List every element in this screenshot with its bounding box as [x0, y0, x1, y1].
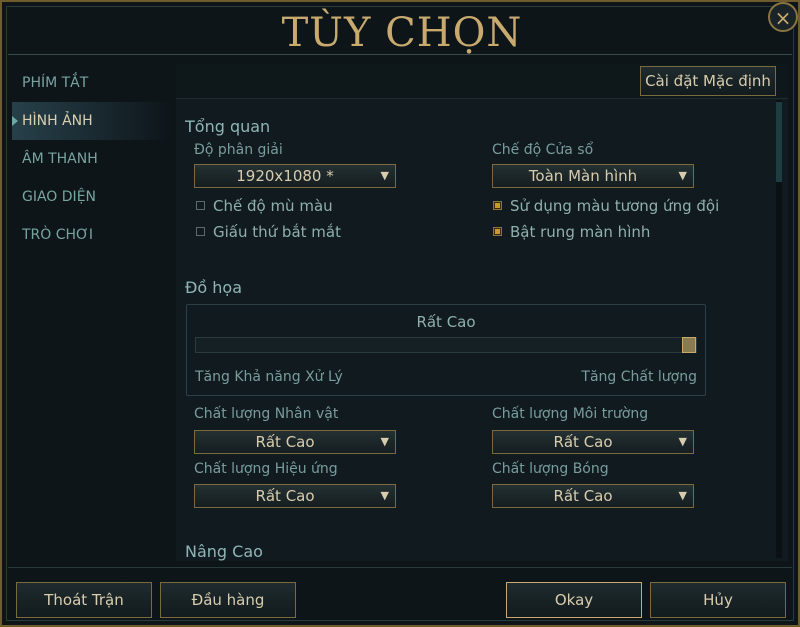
window-mode-value: Toàn Màn hình — [528, 167, 638, 185]
advanced-heading: Nâng Cao — [185, 542, 263, 561]
settings-panel: Cài đặt Mặc định Tổng quan Độ phân giải … — [176, 64, 788, 561]
triangle-down-icon: ▼ — [678, 169, 687, 182]
triangle-down-icon: ▼ — [380, 489, 389, 502]
checkbox-checked-icon — [493, 227, 502, 236]
screen-shake-checkbox[interactable]: Bật rung màn hình — [493, 223, 650, 241]
effects-quality-label: Chất lượng Hiệu ứng — [194, 461, 338, 477]
checkbox-empty-icon — [196, 227, 205, 236]
sidebar-item-hotkeys[interactable]: PHÍM TẮT — [12, 64, 172, 102]
character-quality-label: Chất lượng Nhân vật — [194, 406, 339, 422]
overview-heading: Tổng quan — [185, 117, 271, 136]
triangle-down-icon: ▼ — [380, 169, 389, 182]
slider-handle[interactable] — [682, 337, 696, 353]
graphics-quality-box: Rất Cao Tăng Khả năng Xử Lý Tăng Chất lư… — [186, 304, 706, 396]
checkbox-empty-icon — [196, 201, 205, 210]
scrollbar[interactable] — [776, 100, 782, 558]
environment-quality-label: Chất lượng Môi trường — [492, 406, 649, 422]
effects-quality-dropdown[interactable]: Rất Cao ▼ — [194, 484, 396, 508]
title-divider — [8, 54, 792, 55]
sidebar: PHÍM TẮT HÌNH ẢNH ÂM THANH GIAO DIỆN TRÒ… — [12, 64, 172, 254]
resolution-value: 1920x1080 * — [236, 167, 334, 185]
sidebar-item-video[interactable]: HÌNH ẢNH — [12, 102, 172, 140]
environment-quality-dropdown[interactable]: Rất Cao ▼ — [492, 430, 694, 454]
quality-hint: Tăng Chất lượng — [581, 369, 697, 385]
hide-eye-candy-label: Giấu thứ bắt mắt — [213, 223, 341, 241]
team-colors-label: Sử dụng màu tương ứng đội — [510, 197, 720, 215]
sidebar-item-interface[interactable]: GIAO DIỆN — [12, 178, 172, 216]
okay-button[interactable]: Okay — [506, 582, 642, 618]
team-colors-checkbox[interactable]: Sử dụng màu tương ứng đội — [493, 197, 719, 215]
shadow-quality-label: Chất lượng Bóng — [492, 461, 609, 477]
checkbox-checked-icon — [493, 201, 502, 210]
colorblind-label: Chế độ mù màu — [213, 197, 333, 215]
graphics-slider[interactable] — [195, 337, 697, 353]
slider-fill — [196, 338, 682, 352]
character-quality-value: Rất Cao — [255, 433, 315, 451]
sidebar-item-game[interactable]: TRÒ CHƠI — [12, 216, 172, 254]
character-quality-dropdown[interactable]: Rất Cao ▼ — [194, 430, 396, 454]
shadow-quality-dropdown[interactable]: Rất Cao ▼ — [492, 484, 694, 508]
effects-quality-value: Rất Cao — [255, 487, 315, 505]
resolution-label: Độ phân giải — [194, 142, 283, 158]
screen-shake-label: Bật rung màn hình — [510, 223, 651, 241]
triangle-down-icon: ▼ — [380, 435, 389, 448]
close-icon[interactable]: × — [768, 2, 798, 32]
triangle-down-icon: ▼ — [678, 435, 687, 448]
colorblind-checkbox[interactable]: Chế độ mù màu — [196, 197, 333, 215]
window-mode-dropdown[interactable]: Toàn Màn hình ▼ — [492, 164, 694, 188]
options-window: TÙY CHỌN × PHÍM TẮT HÌNH ẢNH ÂM THANH GI… — [0, 0, 800, 627]
hide-eye-candy-checkbox[interactable]: Giấu thứ bắt mắt — [196, 223, 341, 241]
window-mode-label: Chế độ Cửa sổ — [492, 142, 594, 158]
panel-topbar: Cài đặt Mặc định — [176, 64, 788, 99]
scrollbar-thumb[interactable] — [776, 102, 782, 182]
cancel-button[interactable]: Hủy — [650, 582, 786, 618]
environment-quality-value: Rất Cao — [553, 433, 613, 451]
graphics-heading: Đồ họa — [185, 278, 243, 297]
footer-bar: Thoát Trận Đầu hàng Okay Hủy — [8, 567, 792, 624]
restore-defaults-button[interactable]: Cài đặt Mặc định — [640, 66, 776, 96]
sidebar-item-sound[interactable]: ÂM THANH — [12, 140, 172, 178]
performance-hint: Tăng Khả năng Xử Lý — [195, 369, 343, 385]
resolution-dropdown[interactable]: 1920x1080 * ▼ — [194, 164, 396, 188]
shadow-quality-value: Rất Cao — [553, 487, 613, 505]
leave-game-button[interactable]: Thoát Trận — [16, 582, 152, 618]
triangle-down-icon: ▼ — [678, 489, 687, 502]
surrender-button[interactable]: Đầu hàng — [160, 582, 296, 618]
quality-level-label: Rất Cao — [416, 313, 476, 331]
